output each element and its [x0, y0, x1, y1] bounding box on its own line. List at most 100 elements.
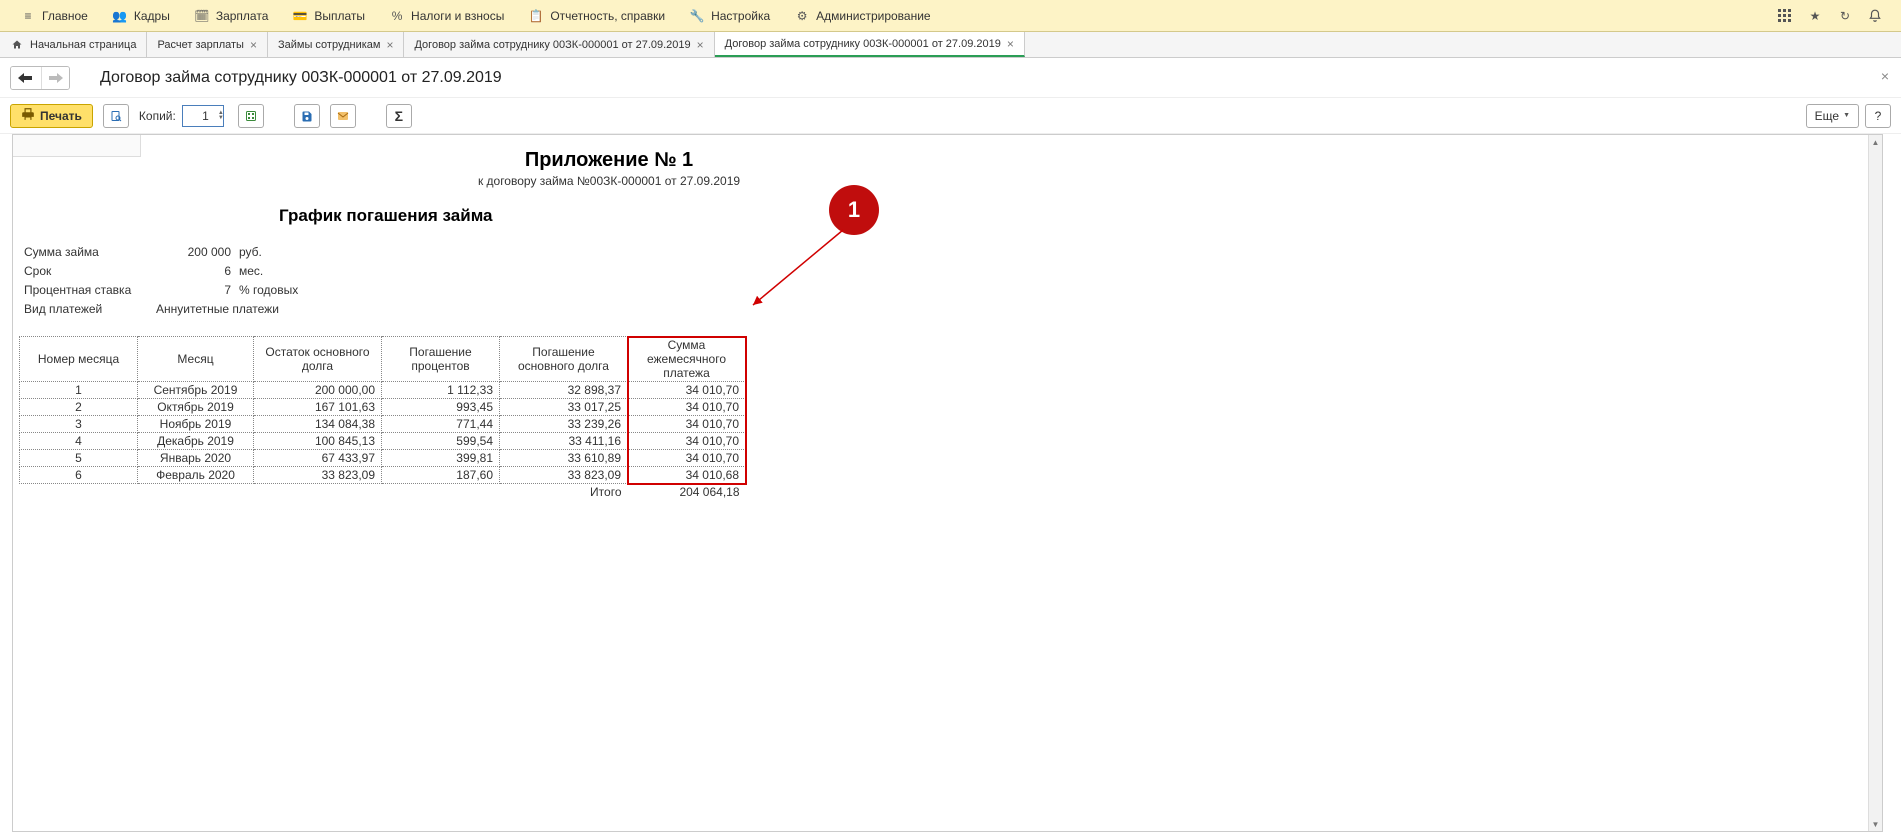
cell-interest: 399,81	[382, 450, 500, 467]
close-icon[interactable]: ×	[1877, 68, 1893, 84]
table-row: 6Февраль 202033 823,09187,6033 823,0934 …	[20, 467, 746, 484]
history-icon[interactable]: ↻	[1835, 6, 1855, 26]
schedule-table: Номер месяца Месяц Остаток основного дол…	[19, 336, 746, 500]
scroll-down-icon[interactable]: ▼	[1869, 817, 1882, 831]
tab-label: Займы сотрудникам	[278, 39, 380, 51]
card-icon: 💳	[292, 8, 308, 24]
cell-n: 1	[20, 382, 138, 399]
close-icon[interactable]: ×	[386, 39, 393, 51]
tab-label: Начальная страница	[30, 39, 136, 51]
type-label: Вид платежей	[23, 301, 153, 318]
amount-value: 200 000	[155, 244, 235, 261]
help-button[interactable]: ?	[1865, 104, 1891, 128]
close-icon[interactable]: ×	[697, 39, 704, 51]
menu-kadry[interactable]: 👥 Кадры	[100, 0, 182, 32]
rate-value: 7	[155, 282, 235, 299]
cell-payment: 34 010,70	[628, 433, 746, 450]
cell-principal: 33 823,09	[500, 467, 628, 484]
tab-dogovor-2[interactable]: Договор займа сотруднику 00ЗК-000001 от …	[715, 32, 1025, 57]
cell-principal: 33 239,26	[500, 416, 628, 433]
menu-nalogi[interactable]: % Налоги и взносы	[377, 0, 516, 32]
cell-month: Октябрь 2019	[138, 399, 254, 416]
cell-interest: 187,60	[382, 467, 500, 484]
calendar-icon: 🗓	[194, 8, 210, 24]
forward-button[interactable]	[41, 67, 69, 89]
cell-interest: 993,45	[382, 399, 500, 416]
cell-n: 6	[20, 467, 138, 484]
page-title: Договор займа сотруднику 00ЗК-000001 от …	[100, 69, 502, 87]
more-label: Еще	[1815, 109, 1839, 123]
doc-subtitle: к договору займа №00ЗК-000001 от 27.09.2…	[459, 174, 759, 188]
preview-button[interactable]	[103, 104, 129, 128]
close-icon[interactable]: ×	[1007, 38, 1014, 50]
col-header: Месяц	[138, 337, 254, 382]
tab-bar: Начальная страница Расчет зарплаты × Зай…	[0, 32, 1901, 58]
mail-button[interactable]	[330, 104, 356, 128]
copies-spinner[interactable]: ▲▼	[218, 111, 228, 121]
apps-icon[interactable]	[1775, 6, 1795, 26]
bell-icon[interactable]	[1865, 6, 1885, 26]
menu-label: Главное	[42, 9, 88, 23]
term-value: 6	[155, 263, 235, 280]
tab-zaimy[interactable]: Займы сотрудникам ×	[268, 32, 405, 57]
help-label: ?	[1875, 109, 1882, 123]
gear-icon: ⚙	[794, 8, 810, 24]
rate-label: Процентная ставка	[23, 282, 153, 299]
table-row: 1Сентябрь 2019200 000,001 112,3332 898,3…	[20, 382, 746, 399]
amount-label: Сумма займа	[23, 244, 153, 261]
copies-label: Копий:	[139, 109, 176, 123]
menu-zarplata[interactable]: 🗓 Зарплата	[182, 0, 281, 32]
term-label: Срок	[23, 263, 153, 280]
tab-raschet[interactable]: Расчет зарплаты ×	[147, 32, 268, 57]
menu-main[interactable]: ≡ Главное	[8, 0, 100, 32]
cell-principal: 32 898,37	[500, 382, 628, 399]
col-header: Остаток основного долга	[254, 337, 382, 382]
print-button[interactable]: Печать	[10, 104, 93, 128]
tab-dogovor-1[interactable]: Договор займа сотруднику 00ЗК-000001 от …	[404, 32, 714, 57]
cell-payment: 34 010,70	[628, 450, 746, 467]
wrench-icon: 🔧	[689, 8, 705, 24]
col-header: Погашение процентов	[382, 337, 500, 382]
cell-payment: 34 010,70	[628, 416, 746, 433]
cell-balance: 33 823,09	[254, 467, 382, 484]
main-menu-bar: ≡ Главное 👥 Кадры 🗓 Зарплата 💳 Выплаты %…	[0, 0, 1901, 32]
menu-nastroika[interactable]: 🔧 Настройка	[677, 0, 782, 32]
menu-otchet[interactable]: 📋 Отчетность, справки	[516, 0, 677, 32]
tab-label: Договор займа сотруднику 00ЗК-000001 от …	[725, 38, 1001, 50]
menu-label: Кадры	[134, 9, 170, 23]
menu-label: Налоги и взносы	[411, 9, 504, 23]
sum-button[interactable]: Σ	[386, 104, 412, 128]
menu-label: Выплаты	[314, 9, 365, 23]
cell-month: Февраль 2020	[138, 467, 254, 484]
cell-balance: 100 845,13	[254, 433, 382, 450]
cell-interest: 771,44	[382, 416, 500, 433]
star-icon[interactable]: ★	[1805, 6, 1825, 26]
printer-icon	[21, 107, 35, 124]
back-button[interactable]	[11, 67, 39, 89]
callout-number: 1	[848, 197, 860, 223]
table-settings-button[interactable]	[238, 104, 264, 128]
tab-home[interactable]: Начальная страница	[0, 32, 147, 57]
print-label: Печать	[40, 109, 82, 123]
cell-principal: 33 017,25	[500, 399, 628, 416]
menu-label: Зарплата	[216, 9, 269, 23]
cell-interest: 599,54	[382, 433, 500, 450]
table-row: 4Декабрь 2019100 845,13599,5433 411,1634…	[20, 433, 746, 450]
callout-badge: 1	[829, 185, 879, 235]
document-content: Приложение № 1 к договору займа №00ЗК-00…	[13, 135, 1882, 511]
table-row: 3Ноябрь 2019134 084,38771,4433 239,2634 …	[20, 416, 746, 433]
nav-buttons	[10, 66, 70, 90]
menu-label: Администрирование	[816, 9, 930, 23]
menu-vyplaty[interactable]: 💳 Выплаты	[280, 0, 377, 32]
cell-balance: 134 084,38	[254, 416, 382, 433]
summary-table: Сумма займа 200 000 руб. Срок 6 мес. Про…	[21, 242, 301, 320]
cell-payment: 34 010,68	[628, 467, 746, 484]
menu-admin[interactable]: ⚙ Администрирование	[782, 0, 942, 32]
cell-principal: 33 411,16	[500, 433, 628, 450]
toolbar: Печать Копий: ▲▼ Σ Еще ?	[0, 98, 1901, 134]
doc-title: Приложение № 1	[459, 149, 759, 172]
more-button[interactable]: Еще	[1806, 104, 1859, 128]
menu-label: Отчетность, справки	[550, 9, 665, 23]
save-button[interactable]	[294, 104, 320, 128]
close-icon[interactable]: ×	[250, 39, 257, 51]
